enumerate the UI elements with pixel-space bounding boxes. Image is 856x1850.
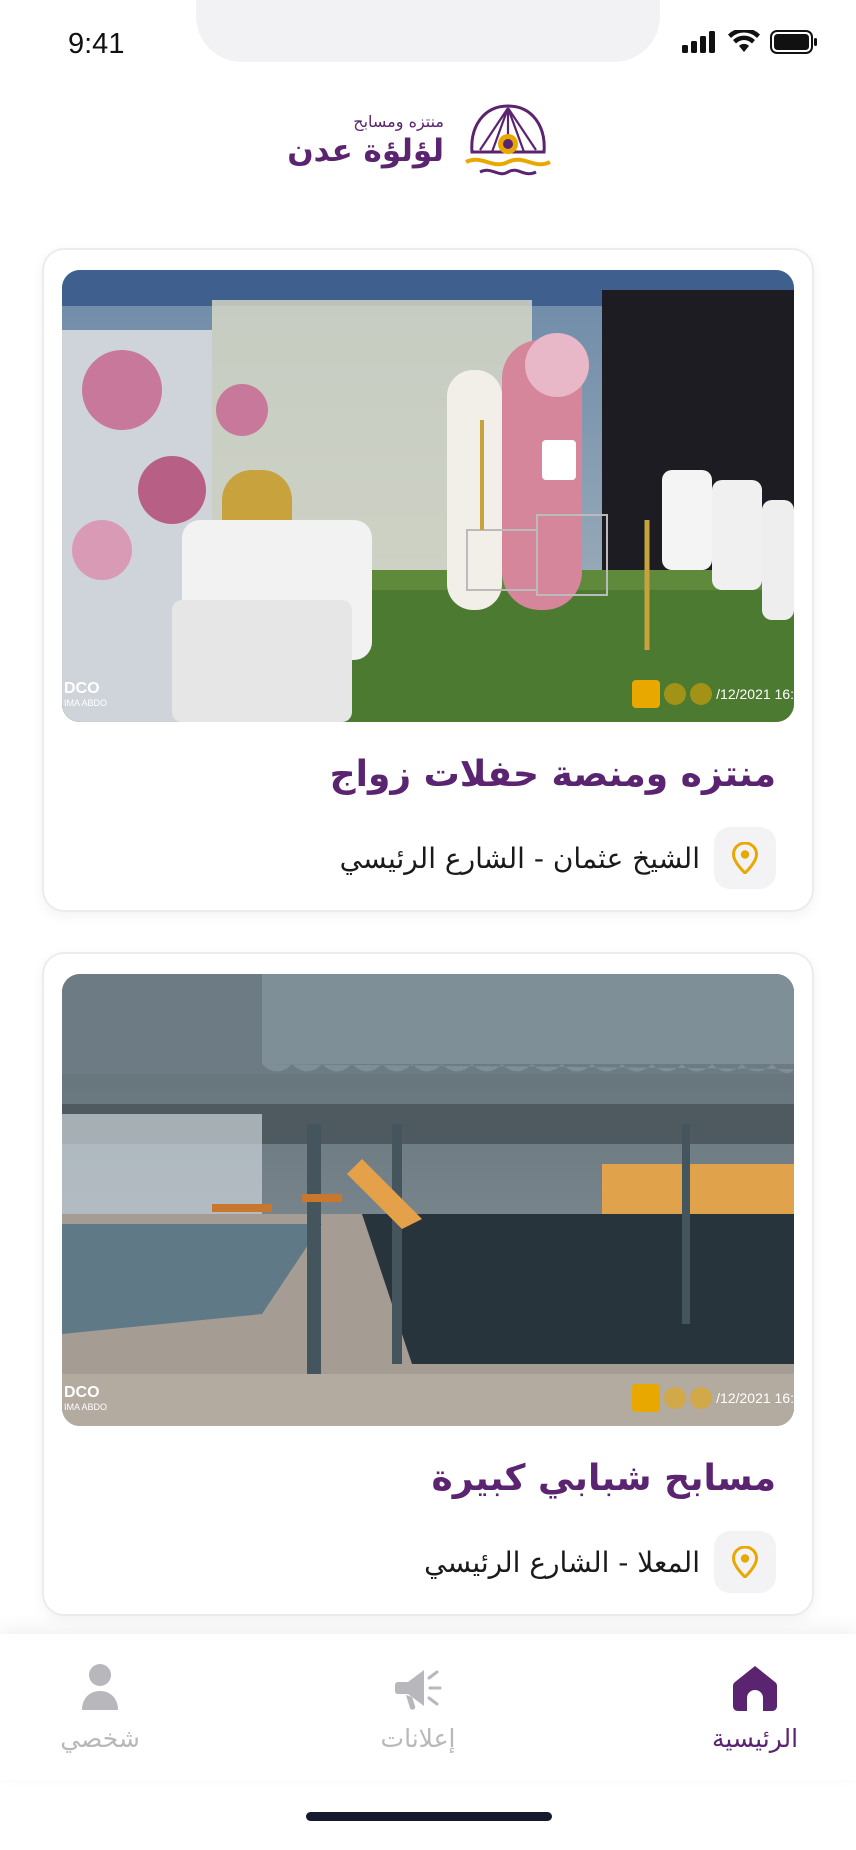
photo-watermark-text: DCO — [64, 680, 100, 697]
photo-watermark: DCO IMA ABDO — [64, 1384, 108, 1414]
listing-location: المعلا - الشارع الرئيسي — [424, 1530, 776, 1594]
tab-profile-label: شخصي — [60, 1724, 140, 1753]
location-text: الشيخ عثمان - الشارع الرئيسي — [339, 841, 700, 875]
wedding-venue-photo — [62, 270, 794, 722]
listing-photo[interactable]: DCO IMA ABDO /12/2021 16: — [62, 974, 794, 1426]
photo-stamp-dot — [690, 1387, 713, 1409]
logo-subtitle: منتزه ومسابح — [353, 112, 444, 131]
home-icon — [733, 1666, 777, 1711]
app-header: منتزه ومسابح لؤلؤة عدن — [0, 96, 856, 196]
photo-date-stamp: /12/2021 16: — [632, 1384, 794, 1412]
tab-ads-label: إعلانات — [380, 1724, 456, 1753]
photo-date-stamp: /12/2021 16: — [632, 680, 794, 708]
listing-title[interactable]: مسابح شبابي كبيرة — [432, 1458, 777, 1499]
photo-date-text: /12/2021 16: — [716, 1390, 794, 1406]
tab-profile[interactable]: شخصي — [0, 1662, 200, 1753]
logo-wordmark: منتزه ومسابح لؤلؤة عدن — [287, 112, 444, 169]
listing-location: الشيخ عثمان - الشارع الرئيسي — [340, 826, 776, 890]
person-icon — [82, 1664, 118, 1710]
bottom-tab-bar: الرئيسية إعلانات شخصي — [0, 1634, 856, 1780]
listing-photo[interactable]: DCO IMA ABDO /12/2021 16: — [62, 270, 794, 722]
photo-stamp-dot — [690, 683, 713, 705]
status-time: 9:41 — [68, 28, 125, 60]
cellular-signal-icon — [682, 31, 715, 53]
location-badge — [714, 1531, 776, 1593]
battery-icon — [770, 30, 817, 54]
pool-venue-photo — [62, 974, 794, 1426]
map-pin-icon — [732, 842, 758, 874]
status-icons — [682, 30, 818, 54]
listing-title[interactable]: منتزه ومنصة حفلات زواج — [330, 754, 776, 795]
photo-stamp-square — [632, 1384, 661, 1412]
tab-home[interactable]: الرئيسية — [655, 1662, 855, 1753]
device-notch — [196, 0, 660, 62]
tab-home-label: الرئيسية — [711, 1724, 799, 1753]
photo-watermark-text: DCO — [64, 1384, 100, 1401]
photo-stamp-dot — [664, 683, 687, 705]
photo-watermark-sub: IMA ABDO — [64, 698, 108, 708]
pearl-shell-logo-icon — [465, 104, 551, 176]
location-text: المعلا - الشارع الرئيسي — [424, 1545, 700, 1579]
listing-card[interactable]: DCO IMA ABDO /12/2021 16: منتزه ومنصة حف… — [42, 248, 814, 912]
map-pin-icon — [732, 1546, 758, 1578]
photo-stamp-square — [632, 680, 661, 708]
wifi-icon — [728, 30, 760, 52]
logo-title: لؤلؤة عدن — [287, 133, 444, 169]
photo-stamp-dot — [664, 1387, 687, 1409]
location-badge — [714, 827, 776, 889]
status-bar: 9:41 — [0, 0, 856, 80]
listing-card[interactable]: DCO IMA ABDO /12/2021 16: مسابح شبابي كب… — [42, 952, 814, 1616]
photo-watermark-sub: IMA ABDO — [64, 1402, 108, 1412]
megaphone-icon — [395, 1670, 442, 1710]
home-indicator[interactable] — [306, 1812, 552, 1821]
photo-date-text: /12/2021 16: — [716, 686, 794, 702]
photo-watermark: DCO IMA ABDO — [64, 680, 108, 710]
tab-ads[interactable]: إعلانات — [318, 1662, 518, 1753]
